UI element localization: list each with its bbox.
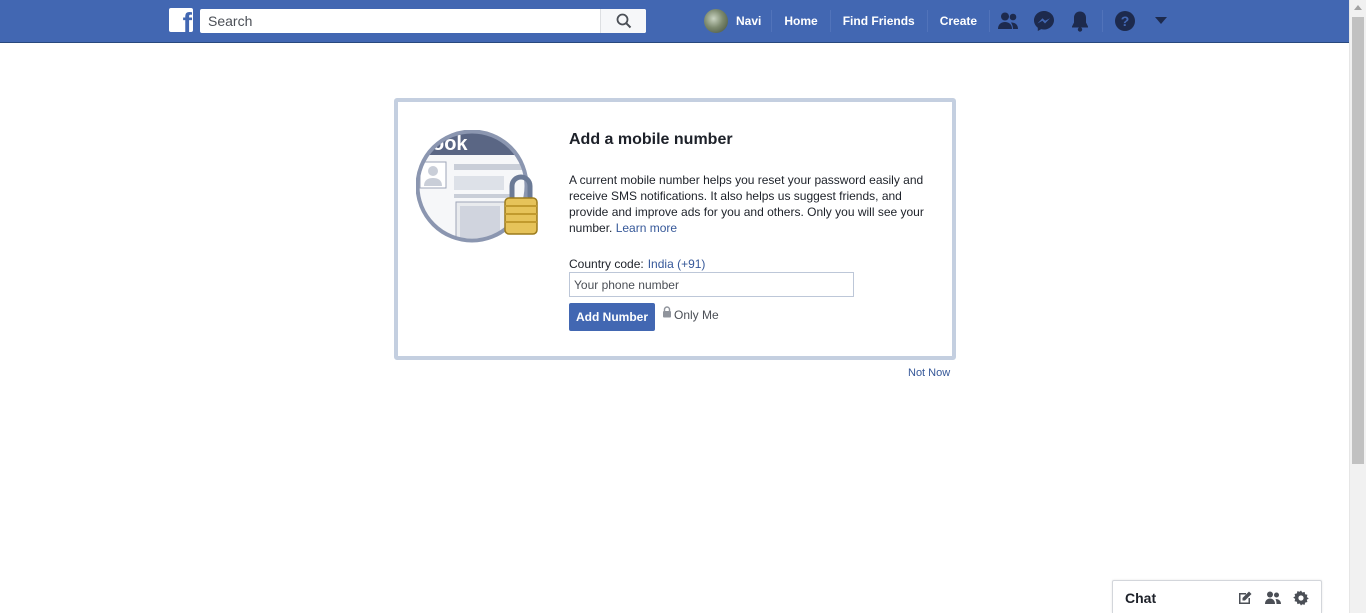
nav-create-link[interactable]: Create [928, 0, 989, 42]
avatar [704, 9, 728, 33]
search-bar [200, 9, 646, 33]
profile-name: Navi [736, 14, 762, 28]
add-number-button[interactable]: Add Number [569, 303, 655, 331]
top-navigation-bar: f Navi Home Find Friends Create ? [0, 0, 1366, 43]
country-code-selector[interactable]: India (+91) [648, 257, 706, 271]
nav-find-friends-link[interactable]: Find Friends [831, 0, 927, 42]
scroll-up-arrow[interactable] [1354, 5, 1362, 10]
notifications-button[interactable] [1062, 0, 1098, 42]
learn-more-link[interactable]: Learn more [616, 221, 677, 235]
search-button[interactable] [600, 9, 646, 33]
phone-number-input[interactable] [569, 272, 854, 297]
friend-requests-button[interactable] [990, 0, 1026, 42]
nav-divider [1102, 10, 1104, 32]
svg-text:?: ? [1121, 13, 1130, 29]
create-group-button[interactable] [1264, 589, 1282, 607]
bell-icon [1072, 11, 1089, 32]
search-icon [616, 13, 631, 29]
chat-sidebar-bar: Chat [1112, 580, 1322, 613]
card-description: A current mobile number helps you reset … [569, 172, 931, 236]
add-mobile-number-card: ook Add a mobile number A current mobile… [394, 98, 956, 360]
not-now-link[interactable]: Not Now [908, 367, 950, 379]
lock-icon [663, 306, 671, 318]
privacy-label: Only Me [674, 308, 719, 322]
friends-icon [998, 12, 1019, 29]
chat-label[interactable]: Chat [1125, 590, 1156, 606]
facebook-logo-letter: f [182, 8, 192, 33]
nav-home-link[interactable]: Home [772, 0, 829, 42]
chat-options-button[interactable] [1292, 589, 1310, 607]
top-nav-links: Navi Home Find Friends Create ? [700, 0, 1179, 42]
messenger-icon [1034, 11, 1055, 31]
profile-link[interactable]: Navi [700, 0, 771, 42]
new-message-button[interactable] [1236, 589, 1254, 607]
page-scrollbar[interactable] [1349, 0, 1366, 613]
help-icon: ? [1115, 11, 1136, 31]
messenger-button[interactable] [1026, 0, 1062, 42]
country-code-row: Country code: India (+91) [569, 257, 705, 271]
account-menu-button[interactable] [1143, 0, 1179, 42]
nav-divider [989, 10, 991, 32]
country-code-label: Country code: [569, 257, 644, 271]
gear-icon [1293, 590, 1309, 606]
phone-security-illustration: ook [416, 130, 538, 243]
scroll-thumb[interactable] [1352, 17, 1364, 464]
search-input[interactable] [200, 9, 600, 33]
card-title: Add a mobile number [569, 131, 733, 148]
help-button[interactable]: ? [1107, 0, 1143, 42]
facebook-logo[interactable]: f [169, 8, 193, 32]
caret-down-icon [1155, 17, 1168, 24]
compose-icon [1239, 591, 1252, 604]
privacy-selector[interactable]: Only Me [662, 306, 719, 322]
group-icon [1265, 591, 1281, 604]
